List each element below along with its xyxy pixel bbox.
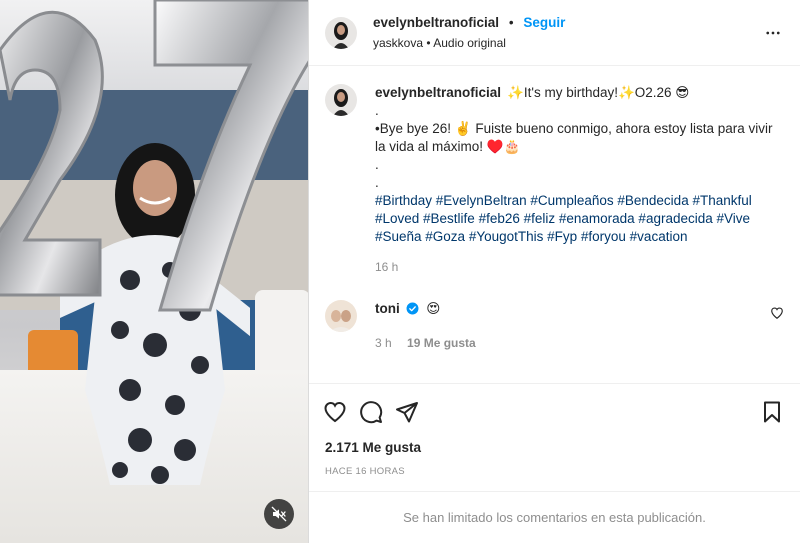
author-username[interactable]: evelynbeltranoficial [373,15,499,30]
like-button[interactable] [323,400,347,424]
save-button[interactable] [760,400,784,424]
caption-line-3: •Bye bye 26! ✌️ Fuiste bueno conmigo, ah… [375,121,773,154]
commenter-username[interactable]: toni [375,301,400,316]
speaker-muted-icon [271,506,287,522]
caption-author-avatar[interactable] [325,84,357,116]
silver-number-7-balloon [153,0,308,312]
header-text: evelynbeltranoficial • Seguir yaskkova •… [373,14,565,52]
heart-icon [771,307,783,319]
caption-line-2: . [375,103,379,118]
more-options-button[interactable] [764,24,782,47]
comment-time[interactable]: 3 h [375,336,392,350]
heart-icon [324,401,346,422]
mute-toggle-button[interactable] [264,499,294,529]
comment-icon [360,400,383,423]
comments-limited-notice: Se han limitado los comentarios en esta … [309,491,800,543]
comment-button[interactable] [359,400,383,424]
paper-plane-icon [396,401,418,422]
silver-number-2-balloon [0,11,104,297]
separator-dot: • [508,14,514,30]
caption-line-5: . [375,175,379,190]
post-video[interactable] [0,0,308,543]
caption-time[interactable]: 16 h [375,258,775,276]
follow-button[interactable]: Seguir [523,15,565,30]
action-bar [309,383,800,439]
commenter-avatar[interactable] [325,300,357,332]
more-options-icon [766,31,780,35]
caption-line-4: . [375,157,379,172]
comment-content: toni 😍 3 h 19 Me gusta [375,300,476,352]
post-likes-count[interactable]: 2.171 Me gusta [309,439,800,463]
caption-username[interactable]: evelynbeltranoficial [375,85,501,100]
share-button[interactable] [395,400,419,424]
verified-badge-icon [406,302,418,315]
caption-hashtags[interactable]: #Birthday #EvelynBeltran #Cumpleaños #Be… [375,192,775,246]
author-avatar[interactable] [325,16,357,49]
comment-meta: 3 h 19 Me gusta [375,334,476,352]
comment-item: toni 😍 3 h 19 Me gusta [325,300,784,352]
audio-attribution[interactable]: yaskkova • Audio original [373,34,565,52]
post-container: evelynbeltranoficial • Seguir yaskkova •… [0,0,800,543]
caption-text: evelynbeltranoficial ✨It's my birthday!✨O… [375,84,775,276]
comment-likes[interactable]: 19 Me gusta [407,336,476,350]
post-header: evelynbeltranoficial • Seguir yaskkova •… [309,0,800,66]
caption: evelynbeltranoficial ✨It's my birthday!✨O… [325,84,784,276]
comment-like-button[interactable] [770,306,784,325]
comment-text: 😍 [426,301,441,316]
comments-section: evelynbeltranoficial ✨It's my birthday!✨O… [309,66,800,383]
post-timestamp[interactable]: HACE 16 HORAS [309,463,800,491]
post-details-panel: evelynbeltranoficial • Seguir yaskkova •… [308,0,800,543]
caption-line-1: ✨It's my birthday!✨O2.26 😎 [507,85,690,100]
bookmark-icon [764,401,780,422]
